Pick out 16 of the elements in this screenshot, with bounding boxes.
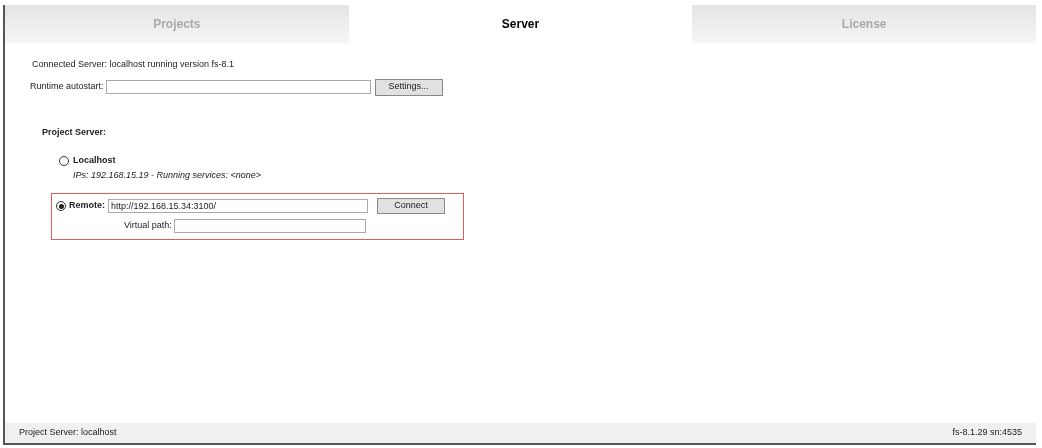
status-text: Project Server: localhost (19, 426, 117, 440)
details-text: IPs: 192.168.15.19 - Running services: <none> (73, 168, 263, 182)
connection-text: Connected Server: localhost running version fs-8.1 (32, 58, 236, 71)
section-heading: Project Server: (42, 125, 108, 139)
path-field[interactable] (173, 219, 366, 233)
option-label: Remote: (69, 199, 105, 213)
field-label: Virtual path: (124, 219, 172, 233)
option-label: Localhost (73, 154, 116, 167)
field-label: Runtime autostart: (30, 80, 104, 94)
url-field[interactable]: http://192.168.15.34:3100/ (108, 199, 368, 213)
autostart-field[interactable] (105, 80, 371, 94)
radio-button[interactable] (56, 201, 66, 211)
radio-button[interactable] (59, 155, 69, 166)
settings-button[interactable]: Settings... (374, 78, 443, 96)
version-text: fs-8.1.29 sn:4535 (952, 426, 1022, 440)
connect-button[interactable]: Connect (377, 198, 445, 214)
